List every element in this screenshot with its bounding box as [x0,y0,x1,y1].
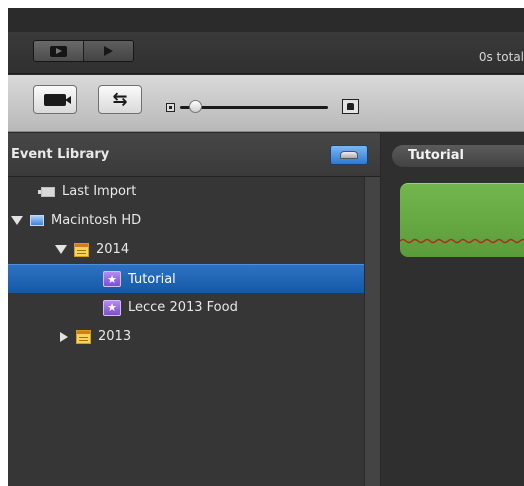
event-library-header: Event Library [8,133,380,177]
list-item-last-import[interactable]: Last Import [8,177,364,206]
star-event-icon: ★ [103,271,121,287]
item-label: 2014 [96,242,130,257]
event-browser: Tutorial [381,133,524,486]
list-item-macintosh-hd[interactable]: Macintosh HD [8,206,364,235]
item-label: Lecce 2013 Food [128,300,238,315]
disclosure-down-icon[interactable] [11,216,23,225]
thumbnail-size-slider[interactable] [180,106,328,109]
small-thumbnail-icon [166,103,175,112]
title-strip [8,8,524,32]
list-item-2013[interactable]: 2013 [8,322,364,351]
playback-bar: 0s total [8,32,524,74]
item-label: Macintosh HD [51,213,142,228]
total-duration: 0s total [478,50,524,64]
large-thumbnail-icon [342,99,359,114]
event-library-panel: Event Library Last Import Macintosh HD 2… [8,133,380,486]
event-tree: Last Import Macintosh HD 2014 ★ Tutorial… [8,177,364,351]
slider-knob[interactable] [189,100,202,113]
disclosure-right-icon[interactable] [60,331,68,342]
star-event-icon: ★ [103,299,121,316]
camera-import-button[interactable] [33,85,77,114]
event-library-title: Event Library [11,147,110,162]
list-item-tutorial[interactable]: ★ Tutorial [8,264,364,293]
item-label: Tutorial [128,271,176,287]
item-label: 2013 [98,329,132,344]
event-browser-title: Tutorial [392,145,524,167]
swap-icon: ⇆ [112,88,128,110]
audio-waveform [400,238,524,244]
camera-icon [44,93,71,106]
play-full-screen-button[interactable] [34,41,83,61]
calendar-icon [76,329,91,344]
show-drives-button[interactable] [330,145,368,165]
hard-drive-icon [30,215,44,226]
drive-icon [340,151,358,159]
calendar-icon [74,242,89,257]
play-full-screen-icon [50,45,67,57]
list-item-lecce-2013-food[interactable]: ★ Lecce 2013 Food [8,293,364,322]
main-toolbar: ⇆ [8,75,524,132]
play-button[interactable] [83,41,133,61]
event-library-scrollbar[interactable] [364,177,380,486]
video-clip-thumbnail[interactable] [400,183,524,257]
item-label: Last Import [62,184,137,199]
import-icon [38,186,55,197]
list-item-2014[interactable]: 2014 [8,235,364,264]
imovie-window: 0s total ⇆ Event Library Last Import Mac… [8,8,524,486]
disclosure-down-icon[interactable] [55,245,67,254]
playback-controls [33,40,134,62]
swap-events-projects-button[interactable]: ⇆ [98,85,142,114]
play-icon [104,46,113,56]
